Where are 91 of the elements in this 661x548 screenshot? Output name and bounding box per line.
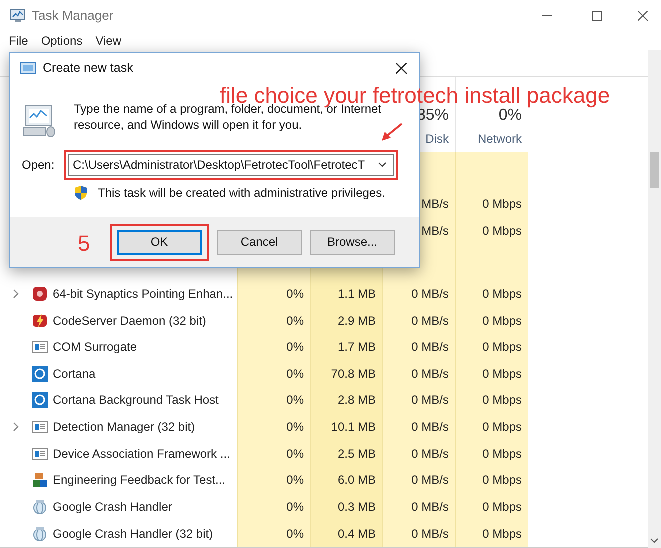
process-name: 64-bit Synaptics Pointing Enhan...: [53, 286, 234, 303]
expand-chevron-icon: [13, 288, 19, 299]
table-cell: 0 Mbps: [455, 360, 528, 388]
table-cell: 0%: [237, 307, 310, 334]
table-cell: 0 MB/s: [382, 494, 455, 520]
dialog-button[interactable]: Cancel: [217, 230, 302, 254]
process-name: Detection Manager (32 bit): [53, 419, 196, 436]
process-name: CodeServer Daemon (32 bit): [53, 312, 206, 330]
table-cell: 0 Mbps: [455, 191, 528, 218]
table-cell: 0 MB/s: [382, 440, 455, 468]
process-name: Google Crash Handler: [53, 499, 172, 516]
process-name: Engineering Feedback for Test...: [53, 472, 226, 490]
shield-icon: [74, 185, 88, 201]
menu-item[interactable]: File: [9, 32, 28, 50]
window-icon: [32, 446, 48, 462]
app-icon: [32, 286, 48, 302]
scroll-down-icon: [650, 538, 659, 544]
table-cell: 0 MB/s: [382, 387, 455, 414]
open-label: Open:: [22, 157, 56, 174]
maximize-icon: [592, 11, 602, 21]
table-cell: 0.3 MB: [310, 494, 382, 520]
table-cell: 10.1 MB: [310, 414, 382, 440]
column-percent: 0%: [498, 106, 522, 126]
circle-icon: [32, 392, 48, 408]
table-cell: 70.8 MB: [310, 360, 382, 388]
process-name: Google Crash Handler (32 bit): [53, 526, 214, 543]
blocks-icon: [32, 472, 48, 488]
scrollbar-thumb[interactable]: [650, 152, 659, 188]
process-name: Cortana Background Task Host: [53, 392, 219, 410]
table-cell: 0 MB/s: [382, 414, 455, 440]
table-cell: 0 MB/s: [382, 334, 455, 361]
scrollbar[interactable]: [648, 50, 661, 548]
process-name: COM Surrogate: [53, 339, 138, 356]
dialog-button[interactable]: Browse...: [310, 230, 395, 254]
table-cell: 0 Mbps: [455, 440, 528, 468]
table-cell: 0 MB/s: [382, 280, 455, 308]
table-cell: 0%: [237, 414, 310, 440]
dropdown-chevron-icon: [378, 162, 387, 168]
process-name: Device Association Framework ...: [53, 446, 230, 463]
dialog-button[interactable]: OK: [117, 230, 202, 254]
menu-item[interactable]: Options: [41, 32, 83, 50]
table-cell: 0%: [237, 387, 310, 414]
lightning-icon: [32, 312, 48, 329]
table-cell: 0%: [237, 440, 310, 468]
table-cell: 0 Mbps: [455, 218, 528, 244]
table-cell: 0 Mbps: [455, 387, 528, 414]
table-cell: 6.0 MB: [310, 467, 382, 494]
open-combobox[interactable]: C:\Users\Administrator\Desktop\FetrotecTool\FetrotecT: [68, 154, 394, 176]
window-icon: [20, 62, 36, 74]
close-icon: [396, 62, 407, 74]
input-value: C:\Users\Administrator\Desktop\FetrotecTool\FetrotecT: [73, 157, 366, 174]
table-cell: 0%: [237, 494, 310, 520]
table-cell: 0 Mbps: [455, 307, 528, 334]
table-cell: 0 MB/s: [382, 307, 455, 334]
table-cell: 0 Mbps: [455, 467, 528, 494]
table-cell: 0 Mbps: [455, 520, 528, 548]
table-cell: 0%: [237, 520, 310, 548]
table-cell: 2.5 MB: [310, 440, 382, 468]
table-cell: 0 Mbps: [455, 334, 528, 361]
table-cell: 1.1 MB: [310, 280, 382, 308]
globe-icon: [32, 499, 48, 516]
expand-chevron-icon: [13, 422, 19, 432]
table-cell: 0%: [237, 467, 310, 494]
table-cell: 0%: [237, 334, 310, 361]
window-icon: [32, 419, 48, 436]
menu-item[interactable]: View: [96, 32, 122, 50]
table-cell: 0 MB/s: [382, 520, 455, 548]
table-cell: 1.7 MB: [310, 334, 382, 361]
window-icon: [32, 339, 48, 356]
column-header: Disk: [426, 131, 449, 148]
table-cell: 0 MB/s: [382, 467, 455, 494]
table-cell: 2.8 MB: [310, 387, 382, 414]
table-cell: 0.4 MB: [310, 520, 382, 548]
window-title: Task Manager: [32, 7, 114, 26]
table-cell: 0 Mbps: [455, 494, 528, 520]
table-cell: 0 Mbps: [455, 414, 528, 440]
arrow-drawing: [380, 122, 404, 144]
table-cell: 0%: [237, 280, 310, 308]
process-name: Cortana: [53, 366, 96, 383]
globe-icon: [32, 526, 48, 542]
monitor-icon: [10, 9, 26, 23]
computer-icon: [22, 103, 58, 139]
step-number: 5: [78, 231, 90, 257]
column-header: Network: [478, 131, 522, 148]
table-cell: 0%: [237, 360, 310, 388]
table-cell: 2.9 MB: [310, 307, 382, 334]
table-cell: 0 Mbps: [455, 280, 528, 308]
close-icon: [638, 11, 648, 21]
circle-icon: [32, 366, 48, 382]
dialog-title: Create new task: [43, 60, 134, 77]
table-cell: 0 MB/s: [382, 360, 455, 388]
